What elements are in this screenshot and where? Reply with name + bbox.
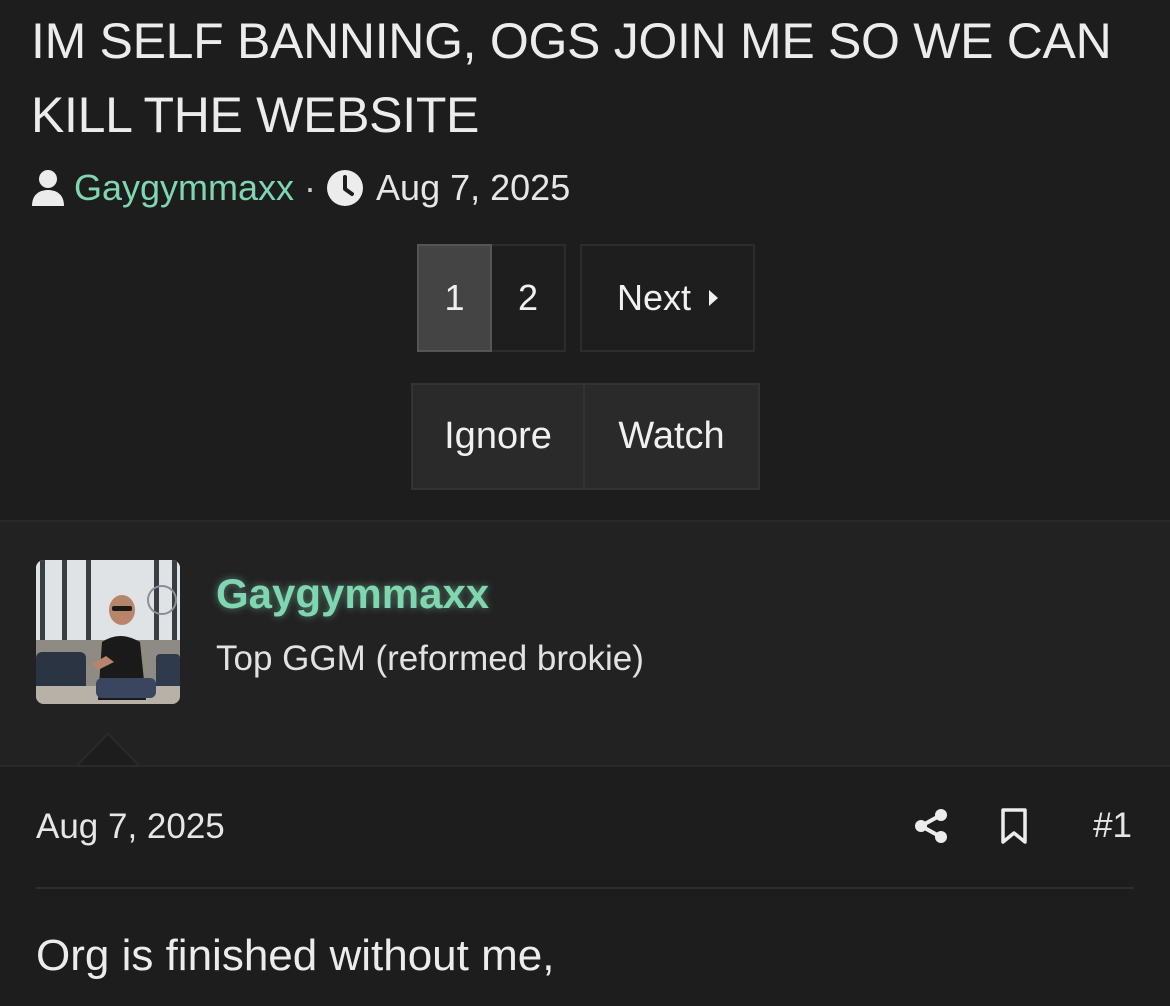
post-number-link[interactable]: #1 (1093, 806, 1132, 846)
meta-separator: · (304, 167, 317, 208)
poster-username[interactable]: Gaygymmaxx (216, 570, 489, 618)
watch-button[interactable]: Watch (585, 383, 760, 490)
caret-right-icon (709, 290, 719, 306)
post-date[interactable]: Aug 7, 2025 (36, 807, 225, 847)
post-divider (36, 887, 1134, 889)
thread-author-link[interactable]: Gaygymmaxx (74, 167, 294, 209)
thread-header: IM SELF BANNING, OGS JOIN ME SO WE CAN K… (0, 0, 1170, 520)
share-icon[interactable] (911, 806, 951, 846)
thread-title: IM SELF BANNING, OGS JOIN ME SO WE CAN K… (31, 13, 1112, 143)
post-tools: #1 (911, 803, 1132, 849)
message-user-block: Gaygymmaxx Top GGM (reformed brokie) (0, 520, 1170, 766)
next-page-label: Next (616, 277, 692, 318)
thread-meta: Gaygymmaxx · Aug 7, 2025 (30, 166, 570, 210)
page-2-button[interactable]: 2 (492, 244, 566, 352)
next-page-button[interactable]: Next (580, 244, 755, 352)
user-block-arrow-fill (78, 735, 138, 766)
user-title: Top GGM (reformed brokie) (216, 639, 644, 678)
message-main: Aug 7, 2025 #1 Org is finished without m… (0, 765, 1170, 1006)
thread-date[interactable]: Aug 7, 2025 (376, 167, 570, 209)
avatar[interactable] (36, 560, 180, 704)
user-icon (30, 168, 66, 208)
bookmark-icon[interactable] (999, 806, 1029, 846)
post-body: Org is finished without me, (36, 931, 555, 980)
page-1-button[interactable]: 1 (417, 244, 492, 352)
pagination: 1 2 Next (417, 244, 755, 352)
thread-actions: Ignore Watch (411, 383, 760, 490)
clock-icon (326, 169, 364, 207)
ignore-button[interactable]: Ignore (411, 383, 585, 490)
